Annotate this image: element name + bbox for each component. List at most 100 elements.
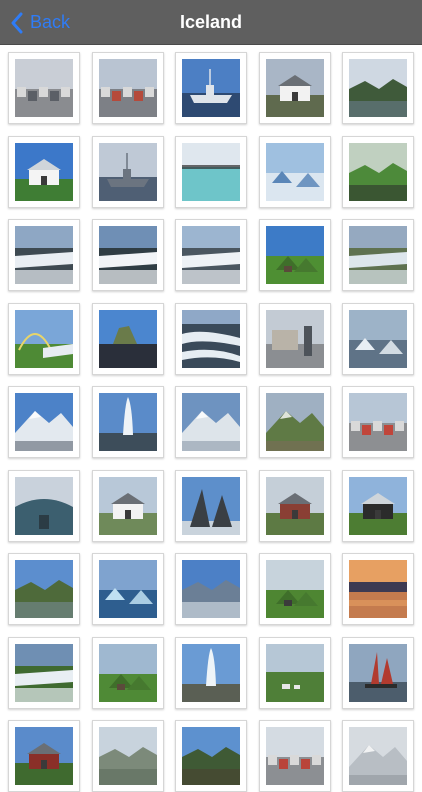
photo-thumbnail[interactable] bbox=[91, 52, 164, 124]
photo-geyser bbox=[98, 393, 157, 451]
photo-image bbox=[349, 643, 407, 702]
photo-thumbnail[interactable] bbox=[342, 52, 414, 124]
photo-waterfall-wide bbox=[15, 226, 73, 284]
photo-thumbnail[interactable] bbox=[8, 636, 80, 709]
photo-thumbnail[interactable] bbox=[342, 469, 414, 542]
photo-thumbnail[interactable] bbox=[175, 636, 247, 709]
photo-thumbnail[interactable] bbox=[8, 52, 80, 124]
navigation-bar: Back Iceland bbox=[0, 0, 422, 45]
photo-thumbnail[interactable] bbox=[258, 302, 331, 375]
photo-thumbnail[interactable] bbox=[8, 720, 80, 792]
photo-waterfront-buildings bbox=[98, 59, 157, 117]
photo-thumbnail[interactable] bbox=[258, 135, 331, 208]
photo-image bbox=[265, 142, 324, 201]
photo-red-house-partial bbox=[15, 727, 73, 785]
photo-image bbox=[265, 226, 324, 284]
photo-thumbnail[interactable] bbox=[342, 302, 414, 375]
photo-black-church bbox=[349, 476, 407, 535]
photo-thumbnail[interactable] bbox=[258, 636, 331, 709]
back-button[interactable]: Back bbox=[10, 0, 70, 45]
photo-image bbox=[15, 727, 73, 785]
photo-image bbox=[265, 59, 324, 117]
photo-rock-beach bbox=[98, 309, 157, 368]
photo-thumbnail[interactable] bbox=[342, 386, 414, 458]
photo-thumbnail[interactable] bbox=[175, 219, 247, 291]
photo-image bbox=[349, 309, 407, 368]
photo-image bbox=[15, 643, 73, 702]
photo-thumbnail[interactable] bbox=[175, 469, 247, 542]
photo-image bbox=[265, 393, 324, 451]
photo-image bbox=[265, 309, 324, 368]
photo-thumbnail[interactable] bbox=[91, 720, 164, 792]
photo-image bbox=[98, 142, 157, 201]
photo-thumbnail[interactable] bbox=[258, 52, 331, 124]
photo-green-canyon bbox=[349, 142, 407, 201]
photo-thumbnail[interactable] bbox=[258, 720, 331, 792]
photo-image bbox=[349, 727, 407, 785]
photo-image bbox=[98, 643, 157, 702]
photo-image bbox=[349, 59, 407, 117]
photo-thumbnail[interactable] bbox=[342, 636, 414, 709]
photo-thumbnail[interactable] bbox=[175, 302, 247, 375]
photo-thumbnail[interactable] bbox=[8, 135, 80, 208]
photo-thumbnail[interactable] bbox=[258, 386, 331, 458]
photo-image bbox=[98, 393, 157, 451]
photo-image bbox=[98, 727, 157, 785]
photo-thumbnail[interactable] bbox=[342, 720, 414, 792]
photo-image bbox=[182, 476, 240, 535]
photo-image bbox=[15, 560, 73, 618]
photo-thumbnail[interactable] bbox=[175, 553, 247, 625]
chevron-left-icon bbox=[10, 12, 24, 34]
photo-image bbox=[15, 59, 73, 117]
photo-image bbox=[182, 393, 240, 451]
photo-snow-mountain bbox=[15, 393, 73, 451]
photo-image bbox=[182, 309, 240, 368]
photo-thumbnail[interactable] bbox=[8, 469, 80, 542]
photo-farm-plain bbox=[265, 643, 324, 702]
photo-thumbnail[interactable] bbox=[91, 553, 164, 625]
photo-town-street bbox=[15, 59, 73, 117]
photo-thumbnail[interactable] bbox=[8, 219, 80, 291]
photo-thumbnail[interactable] bbox=[175, 386, 247, 458]
photo-sculpture bbox=[182, 476, 240, 535]
photo-thumbnail[interactable] bbox=[91, 302, 164, 375]
photo-image bbox=[98, 226, 157, 284]
photo-thumbnail[interactable] bbox=[8, 302, 80, 375]
photo-white-church bbox=[15, 142, 73, 201]
photo-thumbnail[interactable] bbox=[91, 135, 164, 208]
photo-thumbnail[interactable] bbox=[91, 386, 164, 458]
photo-image bbox=[265, 643, 324, 702]
photo-image bbox=[349, 476, 407, 535]
photo-image bbox=[182, 59, 240, 117]
photo-thumbnail[interactable] bbox=[258, 553, 331, 625]
photo-thumbnail[interactable] bbox=[342, 553, 414, 625]
photo-thumbnail[interactable] bbox=[175, 52, 247, 124]
photo-sunset-reflection bbox=[349, 560, 407, 618]
photo-thumbnail[interactable] bbox=[342, 219, 414, 291]
photo-thumbnail[interactable] bbox=[258, 469, 331, 542]
photo-strokkur bbox=[182, 643, 240, 702]
photo-thumbnail[interactable] bbox=[258, 219, 331, 291]
photo-white-house bbox=[265, 59, 324, 117]
photo-thumbnail[interactable] bbox=[91, 219, 164, 291]
photo-thumbnail[interactable] bbox=[91, 636, 164, 709]
photo-sea-mountain bbox=[182, 560, 240, 618]
photo-image bbox=[265, 476, 324, 535]
photo-thumbnail[interactable] bbox=[175, 720, 247, 792]
photo-thumbnail[interactable] bbox=[8, 386, 80, 458]
photo-rapids bbox=[182, 309, 240, 368]
photo-thumbnail[interactable] bbox=[91, 469, 164, 542]
photo-canyon-falls bbox=[349, 226, 407, 284]
photo-red-sailboat bbox=[349, 643, 407, 702]
photo-image bbox=[15, 309, 73, 368]
photo-red-building bbox=[265, 476, 324, 535]
photo-image bbox=[98, 476, 157, 535]
photo-warship bbox=[98, 142, 157, 201]
photo-thumbnail[interactable] bbox=[8, 553, 80, 625]
photo-harpa-entrance bbox=[15, 476, 73, 535]
photo-seljalandsfoss bbox=[15, 643, 73, 702]
photo-image bbox=[98, 59, 157, 117]
photo-thumbnail[interactable] bbox=[175, 135, 247, 208]
photo-thumbnail[interactable] bbox=[342, 135, 414, 208]
photo-image bbox=[349, 226, 407, 284]
